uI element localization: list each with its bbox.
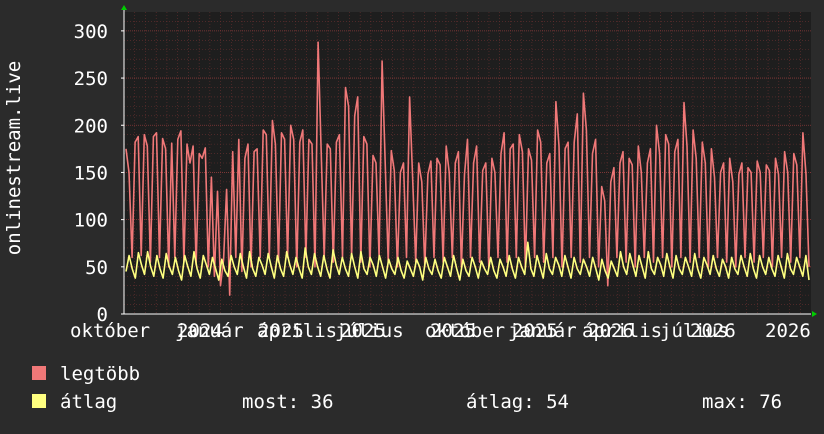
x-tick-label: 2025 (340, 320, 386, 342)
y-tick-label: 200 (74, 115, 108, 137)
y-tick-label: 50 (85, 257, 108, 279)
stat-current: most: 36 (242, 391, 334, 413)
y-axis-label: onlinestream.live (3, 61, 25, 255)
x-tick-label: 2026 (690, 320, 736, 342)
y-tick-label: 250 (74, 68, 108, 90)
x-tick-label: 2025 (430, 320, 476, 342)
y-tick-label: 150 (74, 162, 108, 184)
stat-average: átlag: 54 (466, 391, 569, 413)
legend-label-avg: átlag (60, 391, 118, 413)
x-tick-label: 2026 (765, 320, 811, 342)
x-axis-arrow (812, 311, 817, 317)
x-tick-label: 2024 (177, 320, 223, 342)
x-tick-label: 2026 (588, 320, 634, 342)
legend-label-max: legtöbb (60, 363, 141, 385)
x-tick-label: 2025 (512, 320, 558, 342)
y-axis-arrow (121, 5, 127, 10)
y-tick-label: 100 (74, 210, 108, 232)
legend-swatch-max (32, 366, 46, 380)
legend-item-avg: átlag most: 36 átlag: 54 max: 76 (32, 391, 822, 413)
y-tick-label: 300 (74, 21, 108, 43)
stat-max: max: 76 (702, 391, 783, 413)
legend-swatch-avg (32, 394, 46, 408)
x-tick-label: 2025 (258, 320, 304, 342)
x-tick-label: október (70, 320, 150, 342)
